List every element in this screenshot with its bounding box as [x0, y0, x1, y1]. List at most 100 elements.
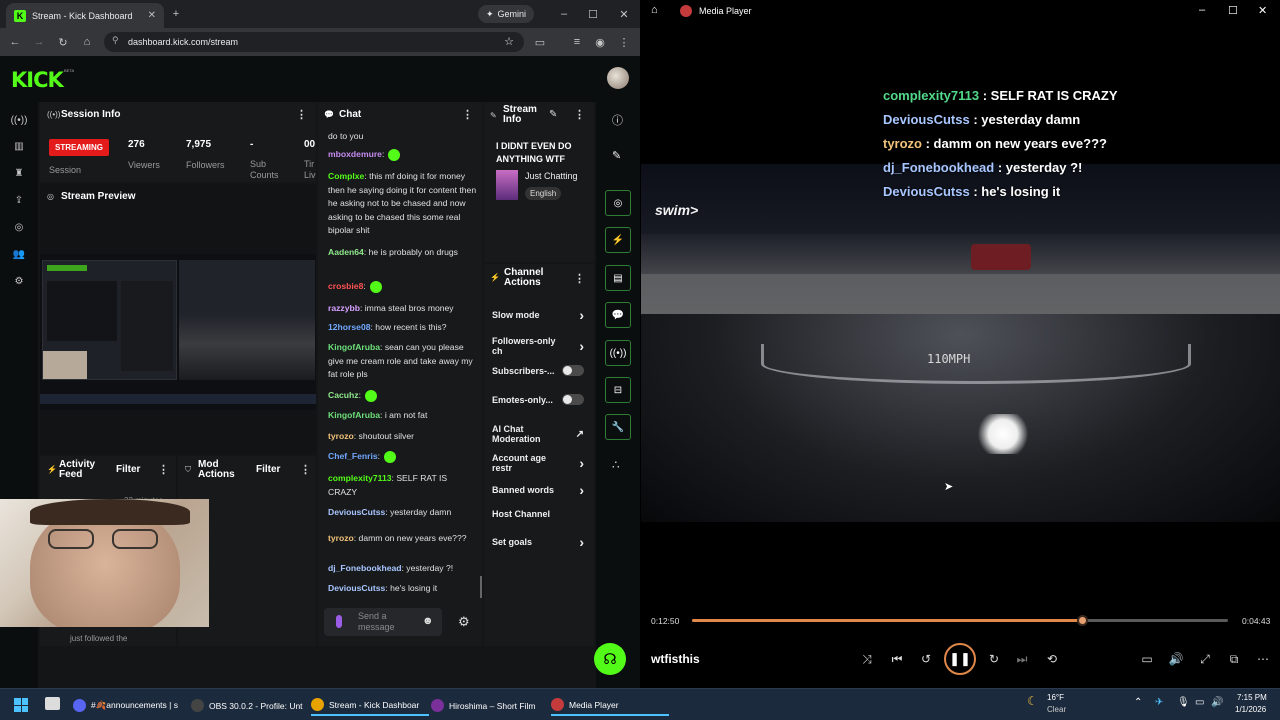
- channel-action-item[interactable]: Subscribers-...: [492, 365, 584, 376]
- chat-scrollbar[interactable]: [480, 576, 482, 598]
- nav-analytics-icon[interactable]: ▥: [11, 138, 27, 154]
- chat-username[interactable]: DeviousCutss: [328, 507, 385, 517]
- fullscreen-icon[interactable]: ⤢: [1196, 650, 1214, 668]
- pause-button[interactable]: ❚❚: [944, 643, 976, 675]
- nav-stream-icon[interactable]: ((•)): [11, 112, 28, 128]
- forward-icon[interactable]: →: [31, 34, 47, 50]
- file-explorer-icon[interactable]: [45, 697, 60, 710]
- clock-date[interactable]: 1/1/2026: [1235, 705, 1266, 714]
- profile-avatar-icon[interactable]: ◉: [592, 34, 608, 50]
- chat-username[interactable]: DeviousCutss: [328, 583, 385, 593]
- clock-time[interactable]: 7:15 PM: [1237, 693, 1267, 702]
- mod-menu-icon[interactable]: ⋮: [300, 463, 311, 476]
- tray-mic-icon[interactable]: 🎙: [1177, 697, 1190, 708]
- tray-overflow-icon[interactable]: ⌃: [1134, 697, 1142, 708]
- taskbar-app-button[interactable]: #🍂announcements | s: [73, 695, 191, 716]
- tool-wrench-icon[interactable]: 🔧: [605, 414, 631, 440]
- user-avatar[interactable]: [607, 67, 629, 89]
- tool-notes-icon[interactable]: ▤: [605, 265, 631, 291]
- tool-broadcast-icon[interactable]: ((•)): [605, 340, 631, 366]
- home-icon[interactable]: ⌂: [79, 34, 95, 50]
- channel-action-item[interactable]: Banned words ›: [492, 482, 584, 498]
- player-close-icon[interactable]: ✕: [1258, 4, 1267, 17]
- nav-upload-icon[interactable]: ⇪: [11, 192, 27, 208]
- chat-username[interactable]: razzybb: [328, 303, 360, 313]
- next-icon[interactable]: ⏭: [1013, 650, 1031, 668]
- site-info-icon[interactable]: ⚲: [112, 35, 119, 46]
- browser-menu-icon[interactable]: ⋮: [616, 34, 632, 50]
- player-minimize-icon[interactable]: –: [1199, 4, 1205, 16]
- activity-filter-button[interactable]: Filter: [116, 464, 140, 475]
- edit-pencil-icon[interactable]: ✎: [549, 109, 557, 120]
- repeat-icon[interactable]: ⟲: [1043, 650, 1061, 668]
- back-icon[interactable]: ←: [7, 34, 23, 50]
- url-bar[interactable]: ⚲ dashboard.kick.com/stream ☆: [104, 32, 524, 52]
- new-tab-icon[interactable]: +: [168, 6, 184, 22]
- more-options-icon[interactable]: ⋯: [1254, 650, 1272, 668]
- tray-network-icon[interactable]: ▭: [1195, 697, 1204, 708]
- chat-input[interactable]: Send a message ☻: [324, 608, 442, 636]
- preview-video[interactable]: [40, 254, 316, 410]
- media-controls-icon[interactable]: ≡: [569, 34, 585, 50]
- tool-bolt-icon[interactable]: ⚡: [605, 227, 631, 253]
- shuffle-icon[interactable]: ⤨: [858, 650, 876, 668]
- volume-icon[interactable]: 🔊: [1167, 650, 1185, 668]
- chat-settings-icon[interactable]: ⚙: [458, 614, 470, 630]
- taskbar-app-button[interactable]: OBS 30.0.2 - Profile: Unt: [191, 695, 309, 716]
- info-icon[interactable]: ⓘ: [612, 112, 623, 128]
- mod-filter-button[interactable]: Filter: [256, 464, 280, 475]
- chat-username[interactable]: tyrozo: [328, 533, 354, 543]
- chat-username[interactable]: mboxdemure: [328, 149, 382, 159]
- reload-icon[interactable]: ↻: [55, 34, 71, 50]
- maximize-icon[interactable]: ☐: [585, 6, 601, 22]
- tab-kick-dashboard[interactable]: K Stream - Kick Dashboard ✕: [6, 3, 164, 28]
- emoji-icon[interactable]: ☻: [422, 615, 434, 627]
- tray-app-icon[interactable]: ✈: [1155, 697, 1163, 708]
- chat-username[interactable]: Cacuhz: [328, 390, 359, 400]
- taskbar-app-button[interactable]: Stream - Kick Dashboar: [311, 695, 429, 716]
- nav-community-icon[interactable]: 👥: [11, 246, 27, 262]
- previous-icon[interactable]: ⏮: [888, 650, 906, 668]
- chat-username[interactable]: KingofAruba: [328, 342, 380, 352]
- channel-action-item[interactable]: AI Chat Moderation ↗: [492, 424, 584, 444]
- channel-action-item[interactable]: Set goals ›: [492, 534, 584, 550]
- nav-camera-icon[interactable]: ◎: [11, 219, 27, 235]
- chat-username[interactable]: 12horse08: [328, 322, 371, 332]
- session-menu-icon[interactable]: ⋮: [296, 108, 307, 121]
- rewind-10-icon[interactable]: ↺: [917, 650, 935, 668]
- channel-action-item[interactable]: Slow mode ›: [492, 307, 584, 323]
- activity-menu-icon[interactable]: ⋮: [158, 463, 169, 476]
- minimize-icon[interactable]: –: [556, 6, 572, 22]
- player-home-icon[interactable]: ⌂: [651, 4, 658, 16]
- close-tab-icon[interactable]: ✕: [148, 10, 156, 21]
- start-windows-icon[interactable]: [14, 698, 28, 712]
- chat-menu-icon[interactable]: ⋮: [462, 108, 473, 121]
- forward-30-icon[interactable]: ↻: [985, 650, 1003, 668]
- mini-player-icon[interactable]: ⧉: [1225, 650, 1243, 668]
- taskbar-app-button[interactable]: Media Player: [551, 695, 669, 716]
- toggle-switch[interactable]: [562, 365, 584, 376]
- channel-action-item[interactable]: Account age restr ›: [492, 453, 584, 473]
- edit-icon[interactable]: ✎: [612, 149, 621, 162]
- tool-dots-icon[interactable]: ∴: [612, 458, 620, 472]
- player-maximize-icon[interactable]: ☐: [1228, 4, 1238, 17]
- bookmark-star-icon[interactable]: ☆: [504, 35, 514, 48]
- channel-actions-menu-icon[interactable]: ⋮: [574, 272, 585, 285]
- chat-username[interactable]: Chef_Fenris: [328, 451, 378, 461]
- chat-username[interactable]: dj_Fonebookhead: [328, 563, 402, 573]
- channel-action-item[interactable]: Followers-only ch ›: [492, 336, 584, 356]
- captions-icon[interactable]: ▭: [1138, 650, 1156, 668]
- tray-volume-icon[interactable]: 🔊: [1211, 697, 1223, 708]
- taskbar-app-button[interactable]: Hiroshima – Short Film: [431, 695, 549, 716]
- seek-handle[interactable]: [1077, 615, 1089, 626]
- tool-chat-icon[interactable]: 💬: [605, 302, 631, 328]
- video-frame[interactable]: swim> 110MPH ➤: [641, 164, 1280, 522]
- channel-action-item[interactable]: Emotes-only...: [492, 394, 584, 405]
- gemini-button[interactable]: ✦ Gemini: [478, 5, 535, 23]
- kick-logo[interactable]: KICK: [11, 68, 64, 92]
- chat-username[interactable]: tyrozo: [328, 431, 354, 441]
- microphone-icon[interactable]: [336, 615, 342, 628]
- stream-info-menu-icon[interactable]: ⋮: [574, 108, 585, 121]
- chat-username[interactable]: complexity7113: [328, 473, 392, 483]
- chat-username[interactable]: KingofAruba: [328, 410, 380, 420]
